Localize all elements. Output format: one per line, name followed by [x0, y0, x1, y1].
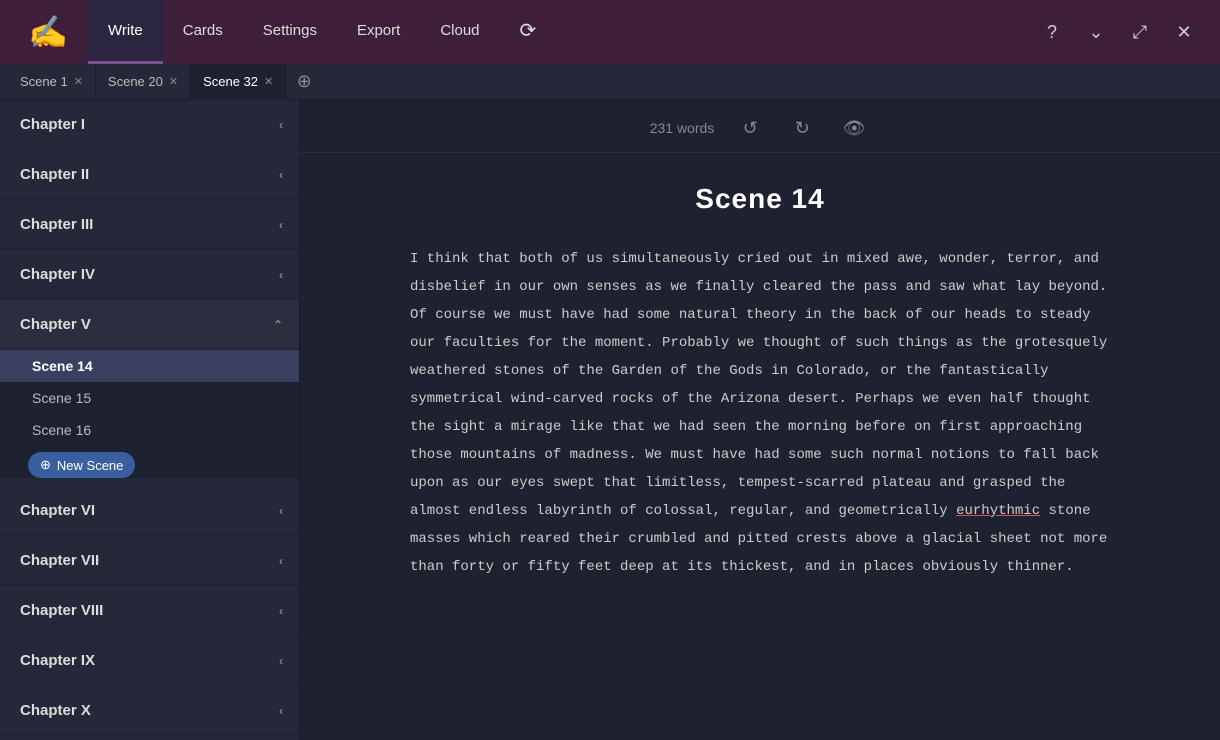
chapter-row-3[interactable]: Chapter III ‹ [0, 200, 299, 250]
logo-area: ✍ [8, 13, 88, 51]
chevron-icon-6: ‹ [279, 504, 283, 518]
chapter-row-10[interactable]: Chapter X ‹ [0, 686, 299, 736]
chapter-label-8: Chapter VIII [20, 602, 103, 619]
chevron-icon-2: ‹ [279, 168, 283, 182]
chevron-icon-9: ‹ [279, 654, 283, 668]
chapter-row-8[interactable]: Chapter VIII ‹ [0, 586, 299, 636]
chapter-row-9[interactable]: Chapter IX ‹ [0, 636, 299, 686]
scene-item-15[interactable]: Scene 15 [0, 382, 299, 414]
nav-tab-cloud-icon[interactable]: ⟳ [500, 0, 557, 64]
editor-content: Scene 14 I think that both of us simulta… [370, 153, 1150, 621]
cloud-sync-icon: ⟳ [520, 18, 537, 43]
help-button[interactable]: ? [1032, 12, 1072, 52]
chapter-row-1[interactable]: Chapter I ‹ [0, 100, 299, 150]
chapter-label-1: Chapter I [20, 116, 85, 133]
chapter-row-2[interactable]: Chapter II ‹ [0, 150, 299, 200]
topbar-icons: ? ⌄ ⤢ ✕ [1032, 12, 1212, 52]
sidebar: Chapter I ‹ Chapter II ‹ Chapter III ‹ C… [0, 100, 300, 740]
chapter-row-7[interactable]: Chapter VII ‹ [0, 536, 299, 586]
scene-body[interactable]: I think that both of us simultaneously c… [410, 245, 1110, 581]
chevron-icon-3: ‹ [279, 218, 283, 232]
editor-area[interactable]: 231 words ↺ ↻ 👁 Scene 14 I think that bo… [300, 100, 1220, 740]
tab-close-scene32[interactable]: ✕ [264, 75, 273, 88]
redo-button[interactable]: ↻ [786, 112, 818, 144]
scene-list-5: Scene 14 Scene 15 Scene 16 ⊕ New Scene [0, 350, 299, 478]
chapter-label-6: Chapter VI [20, 502, 95, 519]
editor-tab-scene1[interactable]: Scene 1 ✕ [8, 64, 96, 100]
chapter-label-10: Chapter X [20, 702, 91, 719]
nav-tab-export[interactable]: Export [337, 0, 420, 64]
scene-title: Scene 14 [410, 183, 1110, 215]
nav-tab-write[interactable]: Write [88, 0, 163, 64]
chevron-icon-5: ⌃ [273, 318, 283, 332]
tab-label: Scene 32 [203, 74, 258, 89]
scene-item-16[interactable]: Scene 16 [0, 414, 299, 446]
editor-tab-scene20[interactable]: Scene 20 ✕ [96, 64, 191, 100]
tab-close-scene1[interactable]: ✕ [74, 75, 83, 88]
main: Chapter I ‹ Chapter II ‹ Chapter III ‹ C… [0, 100, 1220, 740]
word-count: 231 words [650, 120, 715, 136]
maximize-button[interactable]: ⤢ [1120, 12, 1160, 52]
nav-tab-cards[interactable]: Cards [163, 0, 243, 64]
chapter-label-2: Chapter II [20, 166, 89, 183]
chevron-icon-4: ‹ [279, 268, 283, 282]
close-button[interactable]: ✕ [1164, 12, 1204, 52]
body-paragraph: I think that both of us simultaneously c… [410, 245, 1110, 581]
nav-tabs: Write Cards Settings Export Cloud ⟳ [88, 0, 556, 64]
undo-button[interactable]: ↺ [734, 112, 766, 144]
add-tab-button[interactable]: ⊕ [290, 68, 318, 96]
chapter-label-3: Chapter III [20, 216, 93, 233]
preview-button[interactable]: 👁 [838, 112, 870, 144]
chapter-row-4[interactable]: Chapter IV ‹ [0, 250, 299, 300]
special-word: eurhythmic [956, 503, 1040, 519]
minimize-button[interactable]: ⌄ [1076, 12, 1116, 52]
scene-item-14[interactable]: Scene 14 [0, 350, 299, 382]
chapter-label-9: Chapter IX [20, 652, 95, 669]
editor-tab-scene32[interactable]: Scene 32 ✕ [191, 64, 286, 100]
chapter-label-7: Chapter VII [20, 552, 99, 569]
editor-toolbar: 231 words ↺ ↻ 👁 [300, 100, 1220, 153]
logo-icon: ✍ [28, 13, 68, 51]
topbar: ✍ Write Cards Settings Export Cloud ⟳ ? … [0, 0, 1220, 64]
new-scene-button[interactable]: ⊕ New Scene [28, 452, 135, 478]
chapter-row-6[interactable]: Chapter VI ‹ [0, 486, 299, 536]
chapter-row-5[interactable]: Chapter V ⌃ [0, 300, 299, 350]
chevron-icon-1: ‹ [279, 118, 283, 132]
chevron-icon-10: ‹ [279, 704, 283, 718]
chapter-label-5: Chapter V [20, 316, 91, 333]
tabbar: Scene 1 ✕ Scene 20 ✕ Scene 32 ✕ ⊕ [0, 64, 1220, 100]
tab-label: Scene 20 [108, 74, 163, 89]
new-scene-label: New Scene [57, 458, 123, 473]
tab-close-scene20[interactable]: ✕ [169, 75, 178, 88]
chevron-icon-7: ‹ [279, 554, 283, 568]
chevron-icon-8: ‹ [279, 604, 283, 618]
chapter-label-4: Chapter IV [20, 266, 95, 283]
tab-label: Scene 1 [20, 74, 68, 89]
plus-icon: ⊕ [40, 457, 51, 473]
nav-tab-cloud[interactable]: Cloud [420, 0, 499, 64]
nav-tab-settings[interactable]: Settings [243, 0, 337, 64]
